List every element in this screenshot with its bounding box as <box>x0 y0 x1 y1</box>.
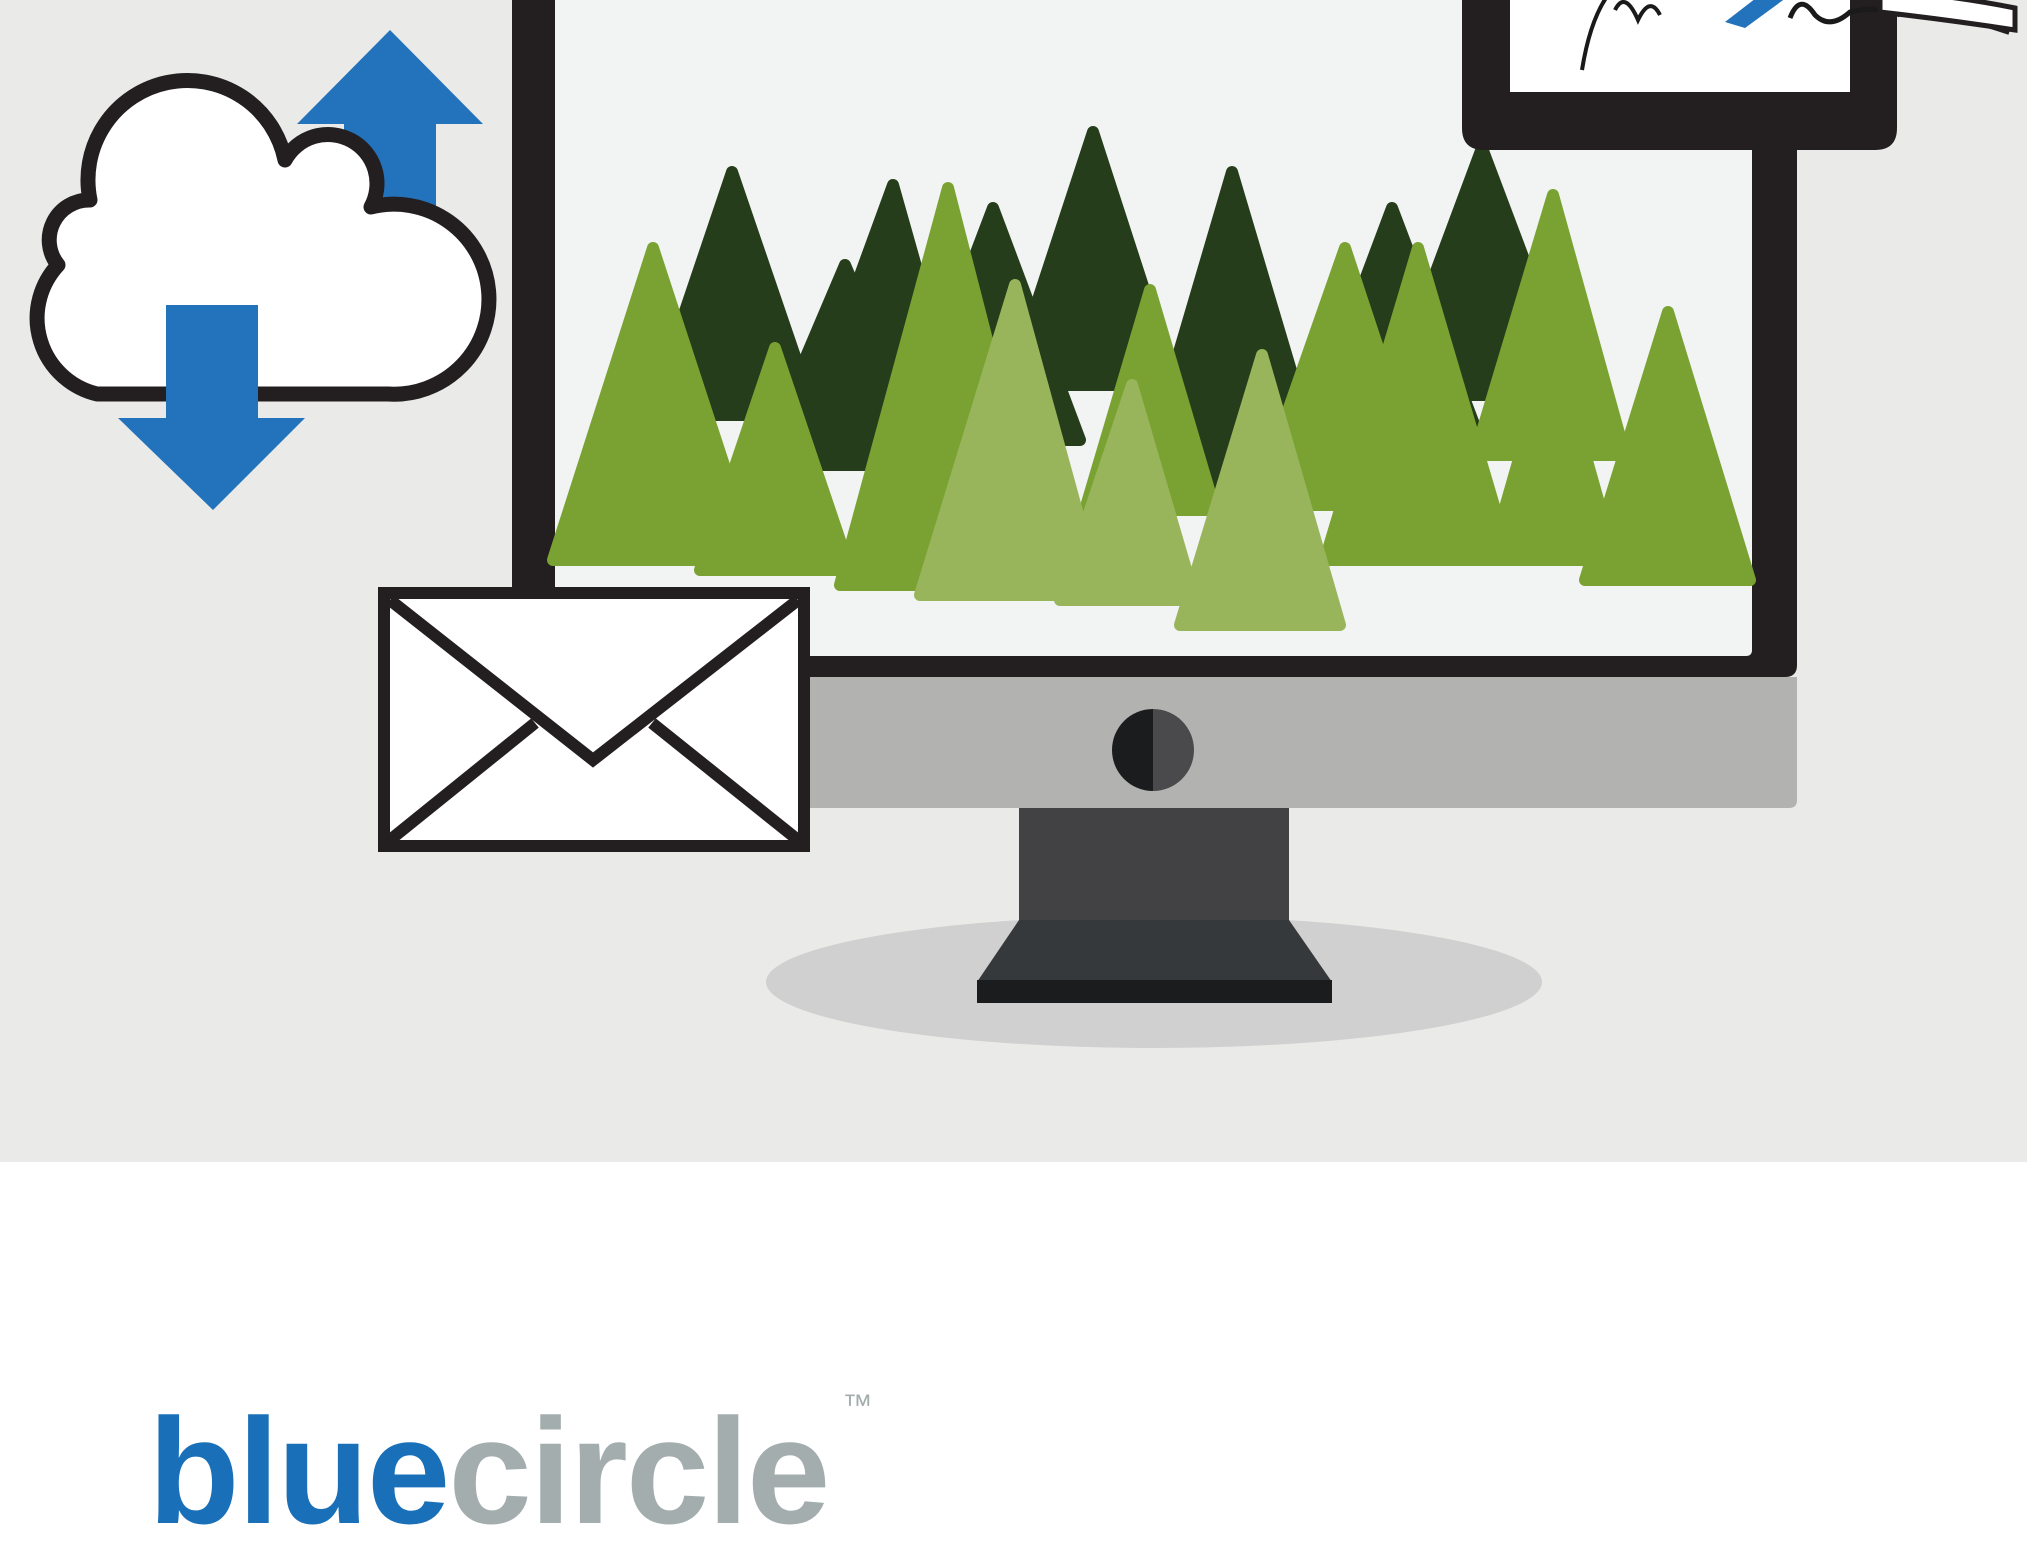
hero-illustration <box>0 0 2027 1162</box>
monitor-chin <box>800 677 1797 808</box>
logo-text-circle: circle <box>448 1387 830 1555</box>
power-button-icon <box>1112 709 1194 791</box>
logo-text-blue: blue <box>148 1387 450 1555</box>
trademark-symbol: ™ <box>842 1389 873 1422</box>
envelope-icon <box>378 587 810 852</box>
monitor-stand-neck <box>1019 808 1289 920</box>
bluecircle-logo: bluecircle ™ <box>148 1391 872 1547</box>
monitor-stand-base <box>977 920 1332 982</box>
monitor-stand-foot <box>977 980 1332 1003</box>
